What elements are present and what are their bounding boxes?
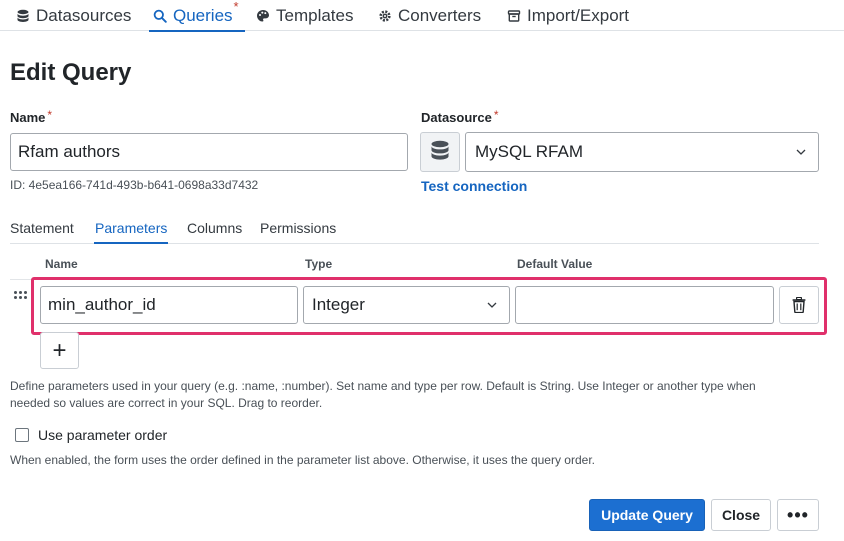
required-mark: * — [493, 108, 499, 122]
tab-statement[interactable]: Statement — [10, 220, 74, 236]
query-tabs: Statement Parameters Columns Permissions — [10, 216, 819, 244]
required-mark: * — [47, 108, 53, 122]
update-query-button[interactable]: Update Query — [589, 499, 705, 531]
drag-handle-icon[interactable] — [14, 291, 28, 301]
gears-icon — [379, 9, 391, 22]
nav-label: Datasources — [36, 5, 132, 25]
modified-marker: * — [233, 0, 239, 14]
use-param-order-label[interactable]: Use parameter order — [38, 427, 167, 443]
params-help-line: Define parameters used in your query (e.… — [10, 379, 756, 393]
datasource-label: Datasource * — [421, 108, 499, 125]
name-label: Name * — [10, 108, 53, 125]
add-param-button[interactable]: + — [40, 332, 79, 369]
use-param-order-checkbox[interactable] — [15, 428, 29, 442]
archive-icon — [507, 9, 521, 22]
nav-label: Converters — [398, 5, 482, 25]
nav-label: Templates — [276, 5, 354, 25]
database-icon — [431, 140, 449, 160]
search-icon — [153, 9, 167, 23]
name-input-value: Rfam authors — [18, 142, 121, 161]
test-connection-link[interactable]: Test connection — [421, 178, 527, 194]
top-nav: Datasources Queries * Templates Converte… — [0, 0, 844, 32]
col-header-default: Default Value — [517, 257, 593, 271]
page-title: Edit Query — [10, 59, 132, 86]
highlight-box — [31, 277, 827, 335]
tab-columns[interactable]: Columns — [187, 220, 242, 236]
nav-queries[interactable]: Queries * — [149, 0, 245, 32]
plus-icon: + — [52, 336, 67, 364]
close-button[interactable]: Close — [711, 499, 771, 531]
tab-parameters[interactable]: Parameters — [93, 220, 169, 244]
datasource-select-value: MySQL RFAM — [475, 142, 583, 161]
param-order-help: When enabled, the form uses the order de… — [10, 453, 595, 467]
nav-converters[interactable]: Converters — [378, 0, 481, 31]
chevron-down-icon — [796, 149, 806, 155]
palette-icon — [257, 9, 269, 21]
nav-label: Import/Export — [527, 5, 630, 25]
more-options-button[interactable]: ••• — [777, 499, 819, 531]
params-help-text: Define parameters used in your query (e.… — [10, 378, 756, 412]
nav-label: Queries — [173, 5, 233, 25]
nav-datasources[interactable]: Datasources — [16, 0, 131, 31]
nav-templates[interactable]: Templates — [256, 0, 353, 31]
nav-import-export[interactable]: Import/Export — [507, 0, 629, 31]
datasource-label-text: Datasource — [421, 110, 492, 125]
params-help-line: needed so values are correct in your SQL… — [10, 396, 323, 410]
query-id: ID: 4e5ea166-741d-493b-b641-0698a33d7432 — [10, 178, 259, 192]
datasource-select[interactable]: MySQL RFAM — [465, 132, 819, 172]
tab-permissions[interactable]: Permissions — [260, 220, 336, 236]
name-input[interactable]: Rfam authors — [10, 133, 408, 171]
database-icon — [17, 9, 29, 22]
col-header-name: Name — [45, 257, 78, 271]
name-label-text: Name — [10, 110, 46, 125]
datasource-icon-box — [420, 132, 460, 172]
col-header-type: Type — [305, 257, 333, 271]
